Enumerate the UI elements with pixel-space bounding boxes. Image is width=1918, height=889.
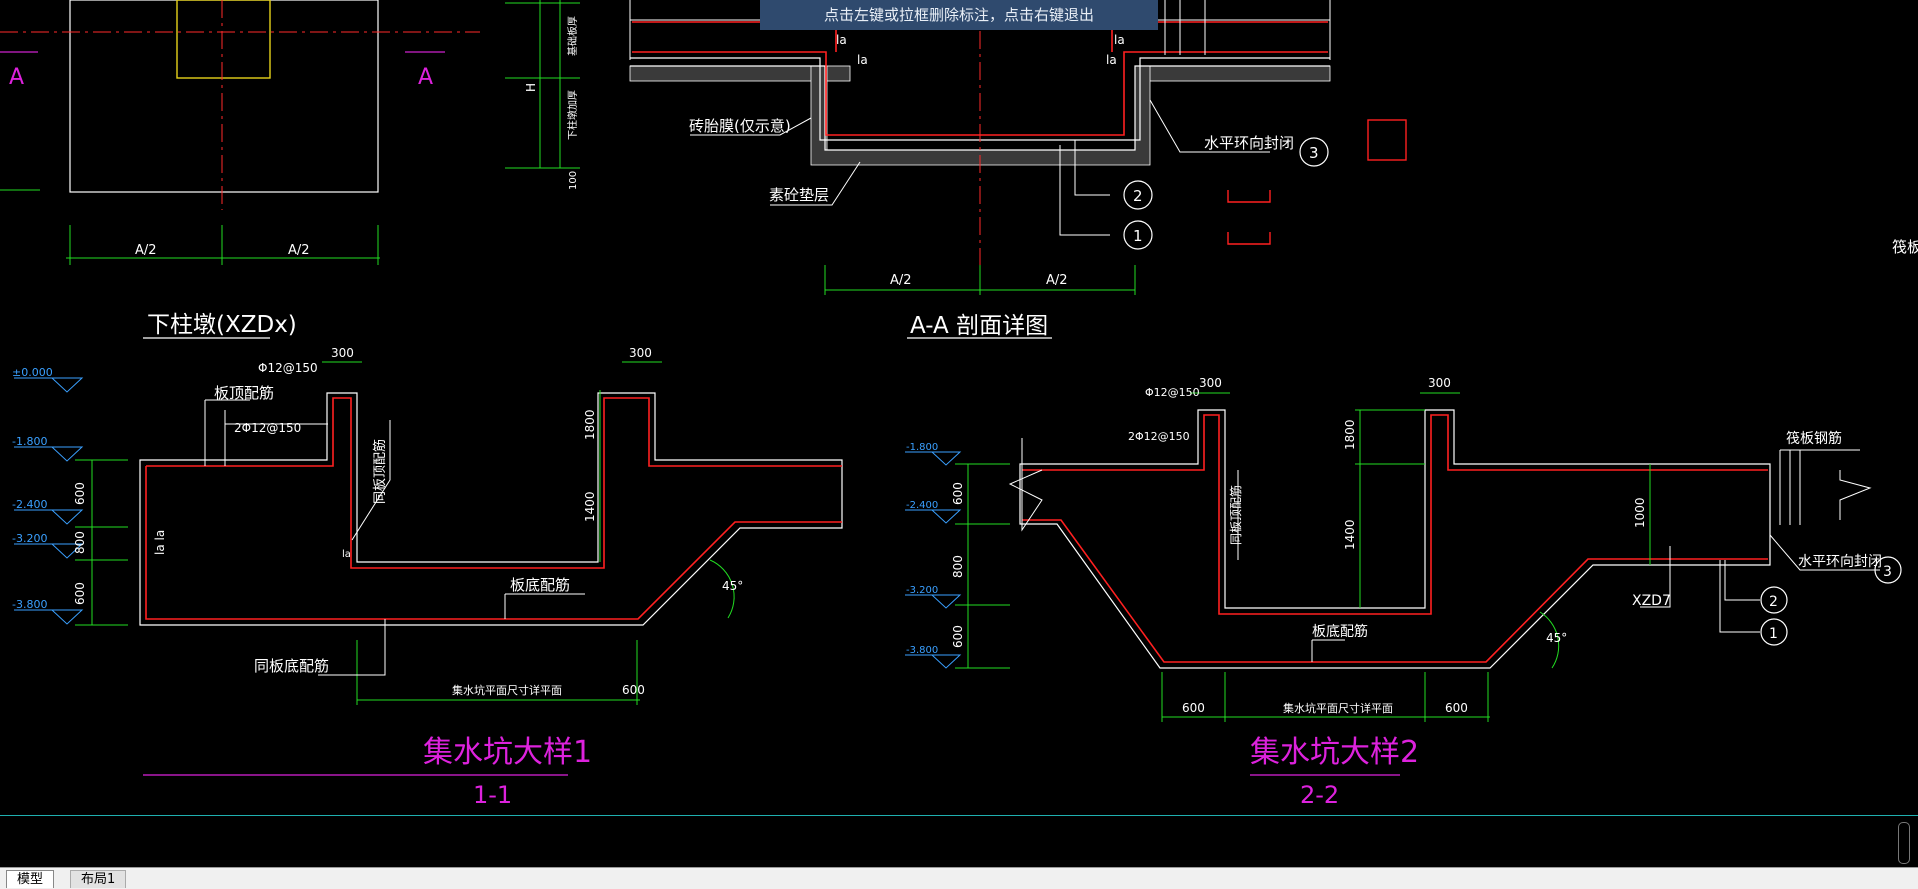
aa-la-4: la bbox=[1114, 33, 1125, 47]
pit1-elev-4: -3.800 bbox=[12, 598, 47, 611]
pit1-la-small: la bbox=[342, 549, 351, 560]
pier-h-label: H bbox=[524, 83, 538, 92]
pit2-subtitle: 2-2 bbox=[1300, 781, 1339, 809]
aa-bedding-label: 素砼垫层 bbox=[769, 186, 829, 204]
pit2-callout-2: 2 bbox=[1769, 594, 1778, 610]
pier-dim-right: A/2 bbox=[288, 243, 310, 258]
pit2-xzd: XZD7 bbox=[1632, 593, 1671, 609]
aa-la-1: la bbox=[857, 53, 868, 67]
pit1-elev-0: ±0.000 bbox=[12, 366, 53, 379]
pit1-dim-600: 600 bbox=[622, 683, 645, 697]
pit1-dim-300a: 300 bbox=[331, 346, 354, 360]
pit2-slab-bottom-rebar: 板底配筋 bbox=[1312, 623, 1368, 640]
pier-top-label: 基础板厚 bbox=[566, 16, 579, 56]
aa-seal-label: 水平环向封闭 bbox=[1204, 134, 1294, 152]
pit2-title: 集水坑大样2 bbox=[1250, 735, 1419, 770]
pit2-dim-300b: 300 bbox=[1428, 376, 1451, 390]
pit2-dim-1800: 1800 bbox=[1343, 419, 1357, 450]
pit2-callout-1: 1 bbox=[1769, 626, 1778, 642]
pit1-elev-3: -3.200 bbox=[12, 532, 47, 545]
pit2-section bbox=[905, 392, 1902, 776]
pit1-left-dim-2: 600 bbox=[73, 582, 87, 605]
pit1-plan-dim: 集水坑平面尺寸详平面 bbox=[452, 683, 562, 697]
aa-title: A-A 剖面详图 bbox=[910, 313, 1048, 339]
pit2-left-dim-0: 600 bbox=[951, 482, 965, 505]
pit2-dim-600b: 600 bbox=[1445, 701, 1468, 715]
pit1-angle: 45° bbox=[722, 579, 743, 593]
pit2-elev-3: -3.800 bbox=[906, 645, 938, 656]
pit1-subtitle: 1-1 bbox=[473, 781, 512, 809]
pit2-bar-top: Φ12@150 bbox=[1145, 386, 1200, 399]
column-outline bbox=[176, 0, 271, 79]
aa-brick-label: 砖胎膜(仅示意) bbox=[689, 117, 791, 135]
pit2-dim-1000: 1000 bbox=[1633, 497, 1647, 528]
aa-callout-1: 1 bbox=[1133, 227, 1143, 245]
pit2-raft-rebar: 筏板钢筋 bbox=[1786, 430, 1842, 447]
command-line-area[interactable] bbox=[0, 815, 1918, 868]
pier-plan bbox=[0, 0, 480, 339]
hint-bar: 点击左键或拉框删除标注，点击右键退出 bbox=[760, 0, 1158, 30]
pit2-left-dim-2: 600 bbox=[951, 625, 965, 648]
pit2-dim-1400: 1400 bbox=[1343, 519, 1357, 550]
pit2-dim-600a: 600 bbox=[1182, 701, 1205, 715]
pit1-same-top: 同板顶配筋 bbox=[372, 439, 388, 504]
pit1-left-dim-0: 600 bbox=[73, 482, 87, 505]
pit2-elev-0: -1.800 bbox=[906, 442, 938, 453]
pit2-elev-2: -3.200 bbox=[906, 585, 938, 596]
tab-model[interactable]: 模型 bbox=[6, 870, 55, 888]
pit1-title: 集水坑大样1 bbox=[423, 735, 592, 770]
pit1-bar-top: Φ12@150 bbox=[258, 361, 318, 375]
pit2-seal: 水平环向封闭 bbox=[1798, 554, 1882, 570]
pit1-elev-1: -1.800 bbox=[12, 435, 47, 448]
pit2-plan-dim: 集水坑平面尺寸详平面 bbox=[1283, 701, 1393, 715]
tab-layout1[interactable]: 布局1 bbox=[70, 870, 127, 888]
pier-mid-label: 下柱墩加厚 bbox=[566, 90, 579, 140]
pit1-la-left: la la bbox=[153, 530, 167, 555]
aa-dim-left: A/2 bbox=[890, 273, 912, 288]
aa-callout-3: 3 bbox=[1309, 144, 1319, 162]
pier-dim-left: A/2 bbox=[135, 243, 157, 258]
pier-outline bbox=[69, 0, 379, 193]
raft-edge-label: 筏板 bbox=[1892, 238, 1918, 256]
section-mark-left: A bbox=[9, 65, 24, 90]
aa-callout-2: 2 bbox=[1133, 187, 1143, 205]
aa-la-3: la bbox=[836, 33, 847, 47]
pit2-dim-300a: 300 bbox=[1199, 376, 1222, 390]
hint-text: 点击左键或拉框删除标注，点击右键退出 bbox=[823, 6, 1094, 24]
aa-la-2: la bbox=[1106, 53, 1117, 67]
pit1-dim-300b: 300 bbox=[629, 346, 652, 360]
pit2-left-dim-1: 800 bbox=[951, 555, 965, 578]
section-mark-right: A bbox=[418, 65, 433, 90]
pit1-elev-2: -2.400 bbox=[12, 498, 47, 511]
pier-title: 下柱墩(XZDx) bbox=[147, 312, 297, 338]
cad-drawing-canvas[interactable]: A A A/2 A/2 下柱墩(XZDx) H 基础板厚 下柱墩加厚 100 砖… bbox=[0, 0, 1918, 888]
pit2-same-top: 同板顶配筋 bbox=[1228, 485, 1243, 545]
pit2-angle: 45° bbox=[1546, 631, 1567, 645]
pit2-callout-3: 3 bbox=[1883, 564, 1892, 580]
pit1-section bbox=[14, 361, 843, 776]
aa-dim-right: A/2 bbox=[1046, 273, 1068, 288]
layout-tab-bar: 模型 布局1 bbox=[0, 867, 1918, 889]
command-line-scrollbar[interactable] bbox=[1898, 822, 1910, 864]
pit1-left-dim-1: 800 bbox=[73, 531, 87, 554]
pit2-bar-top2: 2Φ12@150 bbox=[1128, 430, 1190, 443]
pit1-dim-1800: 1800 bbox=[583, 409, 597, 440]
pit1-dim-1400: 1400 bbox=[583, 491, 597, 522]
pier-bottom-label: 100 bbox=[568, 171, 579, 190]
pit1-same-bottom: 同板底配筋 bbox=[254, 657, 329, 675]
pit2-elev-1: -2.400 bbox=[906, 500, 938, 511]
pit1-slab-top-rebar: 板顶配筋 bbox=[214, 384, 274, 402]
pit1-bar-top2: 2Φ12@150 bbox=[234, 421, 301, 435]
section-aa bbox=[629, 0, 1407, 339]
pit1-slab-bottom-rebar: 板底配筋 bbox=[510, 576, 570, 594]
